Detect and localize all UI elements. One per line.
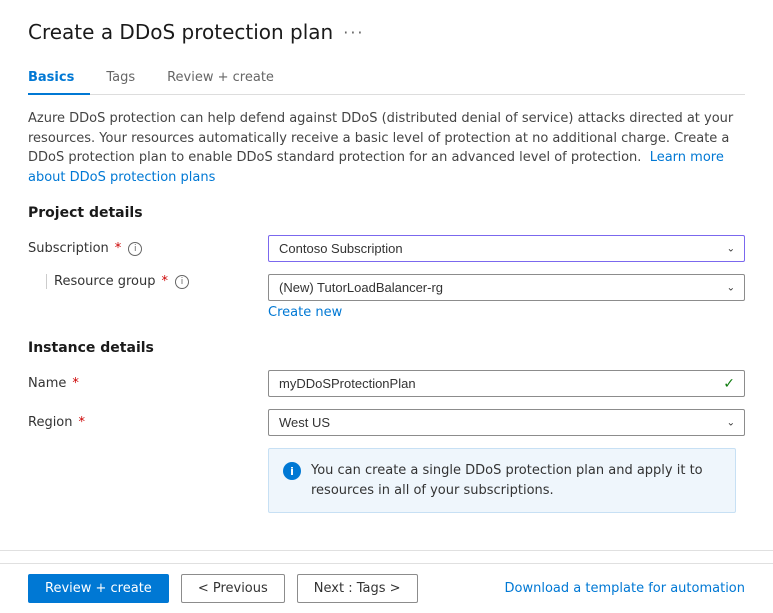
- name-row: Name * myDDoSProtectionPlan ✓: [28, 370, 745, 397]
- name-input-col: myDDoSProtectionPlan ✓: [268, 370, 745, 397]
- resource-group-indent-row: Resource group * i (New) TutorLoadBalanc…: [28, 274, 745, 320]
- review-create-button[interactable]: Review + create: [28, 574, 169, 603]
- instance-details-section: Instance details Name * myDDoSProtection…: [28, 340, 745, 513]
- rg-label-area: Resource group * i: [28, 274, 268, 289]
- resource-group-required: *: [162, 274, 169, 289]
- region-row: Region * West US ⌄: [28, 409, 745, 436]
- resource-group-select[interactable]: (New) TutorLoadBalancer-rg: [268, 274, 745, 301]
- subscription-required: *: [115, 241, 122, 256]
- page-title: Create a DDoS protection plan: [28, 20, 333, 44]
- name-select[interactable]: myDDoSProtectionPlan: [268, 370, 745, 397]
- info-circle-icon: i: [283, 462, 301, 480]
- download-template-link[interactable]: Download a template for automation: [505, 581, 745, 596]
- instance-details-header: Instance details: [28, 340, 745, 356]
- info-box: i You can create a single DDoS protectio…: [268, 448, 736, 513]
- subscription-select[interactable]: Contoso Subscription: [268, 235, 745, 262]
- create-new-link[interactable]: Create new: [268, 305, 342, 320]
- region-select[interactable]: West US: [268, 409, 745, 436]
- region-select-wrapper: West US ⌄: [268, 409, 745, 436]
- page-title-row: Create a DDoS protection plan ···: [28, 20, 745, 44]
- subscription-label: Subscription: [28, 241, 109, 256]
- subscription-info-icon[interactable]: i: [128, 242, 142, 256]
- description-text: Azure DDoS protection can help defend ag…: [28, 109, 745, 187]
- name-required: *: [72, 376, 79, 391]
- ellipsis-menu-button[interactable]: ···: [343, 23, 364, 42]
- project-details-section: Project details Subscription * i Contoso…: [28, 205, 745, 320]
- resource-group-label: Resource group: [54, 274, 156, 289]
- subscription-select-wrapper: Contoso Subscription ⌄: [268, 235, 745, 262]
- rg-label-inner: Resource group * i: [46, 274, 189, 289]
- main-content: Create a DDoS protection plan ··· Basics…: [0, 0, 773, 550]
- next-button[interactable]: Next : Tags >: [297, 574, 418, 603]
- project-details-header: Project details: [28, 205, 745, 221]
- region-input-col: West US ⌄: [268, 409, 745, 436]
- name-label-col: Name *: [28, 376, 268, 391]
- name-select-wrapper: myDDoSProtectionPlan ✓: [268, 370, 745, 397]
- tab-basics[interactable]: Basics: [28, 62, 90, 95]
- previous-button[interactable]: < Previous: [181, 574, 285, 603]
- subscription-row: Subscription * i Contoso Subscription ⌄: [28, 235, 745, 262]
- resource-group-select-wrapper: (New) TutorLoadBalancer-rg ⌄: [268, 274, 745, 301]
- resource-group-info-icon[interactable]: i: [175, 275, 189, 289]
- tab-review-create[interactable]: Review + create: [167, 62, 290, 95]
- footer: Review + create < Previous Next : Tags >…: [0, 563, 773, 613]
- region-label: Region: [28, 415, 73, 430]
- resource-group-input-col: (New) TutorLoadBalancer-rg ⌄ Create new: [268, 274, 745, 320]
- tab-bar: Basics Tags Review + create: [28, 62, 745, 95]
- region-label-col: Region *: [28, 415, 268, 430]
- subscription-input-col: Contoso Subscription ⌄: [268, 235, 745, 262]
- tab-tags[interactable]: Tags: [106, 62, 151, 95]
- subscription-label-col: Subscription * i: [28, 241, 268, 256]
- region-required: *: [79, 415, 86, 430]
- info-box-text: You can create a single DDoS protection …: [311, 461, 721, 500]
- page-container: Create a DDoS protection plan ··· Basics…: [0, 0, 773, 613]
- name-label: Name: [28, 376, 66, 391]
- footer-divider: [0, 550, 773, 551]
